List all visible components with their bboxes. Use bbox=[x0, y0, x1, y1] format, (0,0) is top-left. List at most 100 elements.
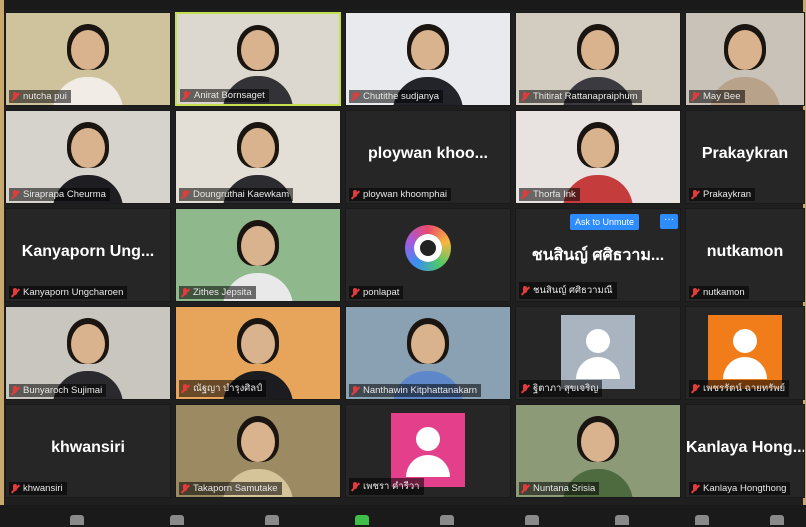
mic-muted-icon bbox=[691, 483, 700, 494]
mic-muted-icon bbox=[11, 385, 20, 396]
more-icon[interactable] bbox=[770, 515, 784, 525]
participant-tile[interactable]: Chutithe sudjanya bbox=[345, 12, 511, 106]
participant-name-label: Prakaykran bbox=[689, 188, 756, 201]
participants-icon[interactable] bbox=[265, 515, 279, 525]
participant-display-name: nutkamon bbox=[706, 243, 784, 260]
default-avatar bbox=[561, 315, 635, 389]
participant-name: nutkamon bbox=[703, 287, 745, 298]
participant-tile[interactable]: Doungruthai Kaewkam bbox=[175, 110, 341, 204]
participant-name-label: ponlapat bbox=[349, 286, 404, 299]
participant-name: Thorfa Ink bbox=[533, 189, 576, 200]
ask-to-unmute-button[interactable]: Ask to Unmute bbox=[570, 214, 640, 230]
participant-name: Siraprapa Cheurma bbox=[23, 189, 106, 200]
person-face bbox=[241, 421, 275, 462]
mic-muted-icon bbox=[181, 287, 190, 298]
participant-tile[interactable]: May Bee bbox=[685, 12, 805, 106]
participant-tile[interactable]: Prakaykran Prakaykran bbox=[685, 110, 805, 204]
participant-tile[interactable]: เพชรา คำรีวา bbox=[345, 404, 511, 498]
participant-tile[interactable]: Zithes Jepsita bbox=[175, 208, 341, 302]
mic-muted-icon bbox=[11, 189, 20, 200]
participant-name: Kanyaporn Ungcharoen bbox=[23, 287, 124, 298]
reactions-icon[interactable] bbox=[525, 515, 539, 525]
mic-muted-icon bbox=[521, 285, 530, 296]
participant-name: ponlapat bbox=[363, 287, 400, 298]
participant-tile[interactable]: Anirat Bornsaget bbox=[175, 12, 341, 106]
more-options-button[interactable]: ··· bbox=[660, 214, 678, 229]
participant-name: nutcha pui bbox=[23, 91, 67, 102]
participant-name: Prakaykran bbox=[703, 189, 752, 200]
participant-name-label: Kanlaya Hongthong bbox=[689, 482, 791, 495]
mic-muted-icon bbox=[521, 383, 530, 394]
participant-name: Zithes Jepsita bbox=[193, 287, 252, 298]
participant-tile[interactable]: Nuntana Srisia bbox=[515, 404, 681, 498]
person-face bbox=[581, 29, 615, 70]
person-face bbox=[581, 421, 615, 462]
mic-muted-icon bbox=[691, 91, 700, 102]
person-face bbox=[241, 225, 275, 266]
participant-tile[interactable]: nutkamon nutkamon bbox=[685, 208, 805, 302]
record-icon[interactable] bbox=[615, 515, 629, 525]
participant-name: Kanlaya Hongthong bbox=[703, 483, 787, 494]
participant-name: Takaporn Samutake bbox=[193, 483, 278, 494]
participant-name: Nuntana Srisia bbox=[533, 483, 596, 494]
mic-muted-icon bbox=[181, 189, 190, 200]
participant-tile[interactable]: ponlapat bbox=[345, 208, 511, 302]
avatar-body bbox=[406, 455, 450, 477]
participant-name-label: ฐิตาภา สุขเจริญ bbox=[519, 380, 603, 397]
participant-name-label: ploywan khoomphai bbox=[349, 188, 451, 201]
gallery-view-grid: nutcha pui Anirat Bornsaget Chutithe sudja… bbox=[5, 12, 805, 502]
participant-tile[interactable]: nutcha pui bbox=[5, 12, 171, 106]
participant-tile[interactable]: ชนสินญ์ ศศิธวาม... Ask to Unmute ··· ชนสินญ… bbox=[515, 208, 681, 302]
participant-tile[interactable]: Kanyaporn Ung... Kanyaporn Ungcharoen bbox=[5, 208, 171, 302]
participant-tile[interactable]: Nanthawin Kitphattanakarn bbox=[345, 306, 511, 400]
person-face bbox=[581, 127, 615, 168]
mic-muted-icon bbox=[351, 481, 360, 492]
participant-tile[interactable]: ฐิตาภา สุขเจริญ bbox=[515, 306, 681, 400]
default-avatar bbox=[708, 315, 782, 389]
mic-muted-icon bbox=[182, 90, 191, 101]
participant-name-label: Chutithe sudjanya bbox=[349, 90, 444, 103]
participant-tile[interactable]: ณัฐญา บำรุงศิลป์ bbox=[175, 306, 341, 400]
participant-display-name: Kanyaporn Ung... bbox=[21, 243, 155, 260]
participant-name: เพชรรัตน์ ฉายทรัพย์ bbox=[703, 383, 786, 394]
participant-tile[interactable]: Bunyaroch Sujimai bbox=[5, 306, 171, 400]
participant-name-label: Siraprapa Cheurma bbox=[9, 188, 110, 201]
participant-tile[interactable]: Takaporn Samutake bbox=[175, 404, 341, 498]
person-face bbox=[71, 323, 105, 364]
participant-tile[interactable]: Thitirat Rattanapraiphum bbox=[515, 12, 681, 106]
participant-tile[interactable]: Siraprapa Cheurma bbox=[5, 110, 171, 204]
participant-name-label: Thorfa Ink bbox=[519, 188, 580, 201]
avatar-head bbox=[733, 329, 757, 353]
mic-muted-icon bbox=[521, 483, 530, 494]
mic-muted-icon bbox=[691, 189, 700, 200]
participant-name: khwansiri bbox=[23, 483, 63, 494]
mic-muted-icon bbox=[351, 287, 360, 298]
participant-tile[interactable]: เพชรรัตน์ ฉายทรัพย์ bbox=[685, 306, 805, 400]
participant-tile[interactable]: Kanlaya Hong... Kanlaya Hongthong bbox=[685, 404, 805, 498]
video-icon[interactable] bbox=[170, 515, 184, 525]
chat-icon[interactable] bbox=[440, 515, 454, 525]
share-screen-icon[interactable] bbox=[355, 515, 369, 525]
participant-name-label: Nuntana Srisia bbox=[519, 482, 600, 495]
default-avatar bbox=[391, 413, 465, 487]
participant-name: ฐิตาภา สุขเจริญ bbox=[533, 383, 599, 394]
mic-muted-icon bbox=[11, 287, 20, 298]
participant-tile[interactable]: Thorfa Ink bbox=[515, 110, 681, 204]
mute-icon[interactable] bbox=[70, 515, 84, 525]
participant-display-name: ชนสินญ์ ศศิธวาม... bbox=[531, 247, 665, 264]
mic-muted-icon bbox=[181, 383, 190, 394]
participant-tile[interactable]: ploywan khoo... ploywan khoomphai bbox=[345, 110, 511, 204]
mic-muted-icon bbox=[691, 287, 700, 298]
window-top-bar bbox=[0, 0, 806, 10]
participant-tile[interactable]: khwansiri khwansiri bbox=[5, 404, 171, 498]
participant-name-label: khwansiri bbox=[9, 482, 67, 495]
participant-name: Bunyaroch Sujimai bbox=[23, 385, 103, 396]
participant-name-label: เพชรา คำรีวา bbox=[349, 478, 424, 495]
participant-name: Anirat Bornsaget bbox=[194, 90, 265, 101]
participant-name-label: Nanthawin Kitphattanakarn bbox=[349, 384, 482, 397]
person-face bbox=[411, 323, 445, 364]
meeting-toolbar[interactable] bbox=[0, 505, 806, 527]
person-face bbox=[411, 29, 445, 70]
apps-icon[interactable] bbox=[695, 515, 709, 525]
person-face bbox=[241, 127, 275, 168]
